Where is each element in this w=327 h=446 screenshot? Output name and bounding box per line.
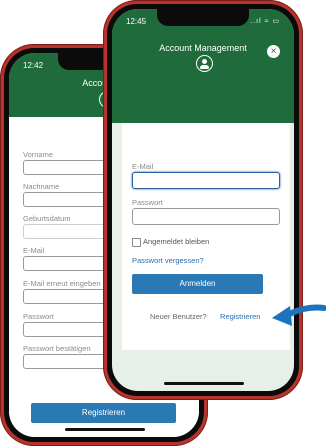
password-confirm-label: Passwort bestätigen [23, 344, 91, 353]
first-name-label: Vorname [23, 150, 54, 159]
register-button[interactable]: Registrieren [31, 403, 176, 423]
remember-label: Angemeldet bleiben [143, 237, 210, 246]
password-input[interactable] [132, 208, 280, 225]
back-home-indicator [65, 428, 145, 431]
account-icon [196, 55, 213, 72]
back-status-time: 12:42 [23, 61, 44, 70]
front-home-indicator [164, 382, 244, 385]
password-label: Passwort [132, 198, 163, 207]
last-name-label: Nachname [23, 182, 60, 191]
birthdate-label: Geburtsdatum [23, 214, 71, 223]
front-phone-screen: 12:45 ..ıl ≈ ▭ Account Management × E-Ma… [112, 9, 294, 391]
front-phone: 12:45 ..ıl ≈ ▭ Account Management × E-Ma… [103, 0, 303, 400]
password-label: Passwort [23, 312, 54, 321]
email-label: E-Mail [23, 246, 45, 255]
close-icon[interactable]: × [267, 45, 280, 58]
status-icons: ..ıl ≈ ▭ [250, 18, 280, 25]
register-link[interactable]: Registrieren [220, 312, 260, 321]
email-input[interactable] [132, 172, 280, 189]
remember-checkbox[interactable] [132, 238, 141, 247]
email-label: E-Mail [132, 162, 154, 171]
front-notch [157, 9, 249, 26]
new-user-text: Neuer Benutzer? [150, 312, 207, 321]
email-confirm-label: E-Mail erneut eingeben [23, 279, 101, 288]
login-button[interactable]: Anmelden [132, 274, 263, 294]
pointer-arrow [272, 304, 326, 326]
forgot-password-link[interactable]: Passwort vergessen? [132, 256, 204, 265]
front-status-time: 12:45 [126, 17, 147, 26]
